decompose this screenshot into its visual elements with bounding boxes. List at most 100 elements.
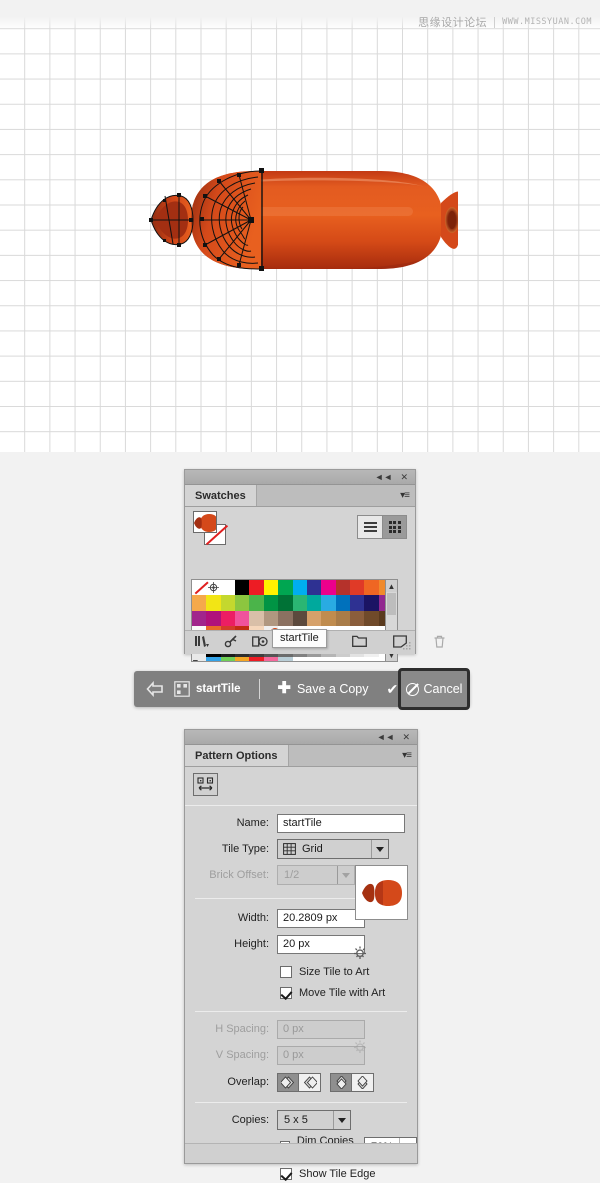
swatch-color[interactable] <box>192 595 207 611</box>
show-tile-edge-row[interactable]: Show Tile Edge <box>185 1163 417 1183</box>
link-dimensions-icon[interactable] <box>351 945 369 966</box>
size-tile-to-art-checkbox[interactable] <box>280 965 292 978</box>
swatch-color[interactable] <box>349 595 365 611</box>
show-swatch-kinds-menu-icon[interactable] <box>224 634 238 651</box>
overlap-top-in-front-button[interactable] <box>352 1072 374 1092</box>
list-view-button[interactable] <box>358 516 382 538</box>
overlap-vertical-group[interactable] <box>330 1072 374 1092</box>
swatch-view-toggle[interactable] <box>357 515 407 539</box>
chevron-down-icon[interactable] <box>371 840 388 858</box>
move-tile-with-art-row[interactable]: Move Tile with Art <box>185 982 417 1003</box>
swatch-color[interactable] <box>206 595 221 611</box>
copies-select[interactable]: 5 x 5 <box>277 1110 351 1130</box>
swatch-none[interactable] <box>192 580 207 596</box>
swatch-color[interactable] <box>335 610 350 627</box>
collapse-icon[interactable]: ◄◄ <box>377 732 395 742</box>
fill-pattern-swatch[interactable] <box>193 511 217 533</box>
delete-swatch-trash-icon[interactable] <box>433 635 446 651</box>
swatch-color[interactable] <box>364 656 379 661</box>
move-tile-with-art-checkbox[interactable] <box>280 986 292 999</box>
swatch-color[interactable] <box>263 656 279 661</box>
size-tile-to-art-row[interactable]: Size Tile to Art <box>185 961 417 982</box>
chevron-down-icon[interactable] <box>333 1111 350 1129</box>
swatch-color[interactable] <box>335 580 350 596</box>
name-input[interactable]: startTile <box>277 813 405 833</box>
pattern-options-titlebar[interactable]: ◄◄ ✕ <box>185 730 417 745</box>
swatch-color[interactable] <box>235 595 250 611</box>
swatch-color[interactable] <box>349 656 365 661</box>
swatches-titlebar[interactable]: ◄◄ ✕ <box>185 470 415 485</box>
swatch-options-icon[interactable] <box>252 635 269 651</box>
tile-type-select[interactable]: Grid <box>277 839 389 859</box>
tab-swatches[interactable]: Swatches <box>185 485 257 506</box>
swatch-color[interactable] <box>249 656 264 661</box>
collapse-icon[interactable]: ◄◄ <box>375 472 393 482</box>
swatch-color[interactable] <box>263 595 279 611</box>
swatch-color[interactable] <box>220 610 236 627</box>
swatch-color[interactable] <box>192 610 207 627</box>
swatch-color[interactable] <box>278 580 293 596</box>
sausage-vector-artwork[interactable] <box>143 163 462 278</box>
swatch-color[interactable] <box>235 580 250 596</box>
fill-stroke-indicator[interactable] <box>193 511 229 547</box>
swatch-color-group-folder[interactable] <box>192 656 207 661</box>
grid-view-button[interactable] <box>382 516 406 538</box>
artboard-canvas[interactable]: 思缘设计论坛 WWW.MISSYUAN.COM <box>0 0 600 452</box>
swatch-color[interactable] <box>206 656 221 661</box>
swatch-color[interactable] <box>364 595 379 611</box>
swatch-color[interactable] <box>263 610 279 627</box>
close-icon[interactable]: ✕ <box>400 472 408 482</box>
swatch-color[interactable] <box>306 610 322 627</box>
swatch-color[interactable] <box>249 595 264 611</box>
pattern-tile-tool-button[interactable] <box>193 773 218 796</box>
swatch-color[interactable] <box>278 656 293 661</box>
cancel-button[interactable]: Cancel <box>398 668 470 710</box>
tab-pattern-options[interactable]: Pattern Options <box>185 745 289 766</box>
swatch-color[interactable] <box>321 595 336 611</box>
swatches-panel[interactable]: ◄◄ ✕ Swatches ▾≡ ▲ ▼ startTile <box>184 469 445 662</box>
swatch-color[interactable] <box>335 595 350 611</box>
resize-grip-icon[interactable] <box>403 642 412 651</box>
swatch-color[interactable] <box>292 656 307 661</box>
scrollbar-thumb[interactable] <box>387 593 396 615</box>
save-a-copy-button[interactable]: ✚ Save a Copy <box>278 681 369 697</box>
swatch-color[interactable] <box>306 580 322 596</box>
swatch-color[interactable] <box>349 580 365 596</box>
swatch-color[interactable] <box>364 580 379 596</box>
back-arrow-icon[interactable] <box>146 680 164 698</box>
swatch-white[interactable] <box>220 580 236 596</box>
overlap-left-in-front-button[interactable] <box>277 1072 299 1092</box>
close-icon[interactable]: ✕ <box>402 732 410 742</box>
overlap-horizontal-group[interactable] <box>277 1072 321 1092</box>
swatch-color[interactable] <box>235 656 250 661</box>
swatch-color[interactable] <box>306 595 322 611</box>
pattern-options-panel[interactable]: ◄◄ ✕ Pattern Options ▾≡ Name: startTile … <box>184 729 418 1180</box>
swatch-libraries-menu-icon[interactable] <box>195 635 210 651</box>
swatch-color[interactable] <box>349 610 365 627</box>
swatch-color[interactable] <box>220 656 236 661</box>
width-input[interactable]: 20.2809 px <box>277 908 365 928</box>
new-color-group-folder-icon[interactable] <box>352 635 367 651</box>
swatch-color[interactable] <box>249 580 264 596</box>
swatch-color[interactable] <box>206 610 221 627</box>
swatch-color[interactable] <box>292 610 307 627</box>
scroll-up-arrow[interactable]: ▲ <box>386 580 397 592</box>
show-tile-edge-checkbox[interactable] <box>280 1167 292 1180</box>
swatch-color[interactable] <box>321 610 336 627</box>
pattern-edit-bar[interactable]: startTile ✚ Save a Copy ✔ Done Cancel <box>134 668 470 710</box>
panel-menu-icon[interactable]: ▾≡ <box>402 750 412 761</box>
swatch-color[interactable] <box>306 656 322 661</box>
swatch-color[interactable] <box>292 580 307 596</box>
swatch-color[interactable] <box>364 610 379 627</box>
swatch-color[interactable] <box>278 610 293 627</box>
swatch-color[interactable] <box>321 580 336 596</box>
overlap-right-in-front-button[interactable] <box>299 1072 321 1092</box>
swatch-color[interactable] <box>263 580 279 596</box>
swatch-color[interactable] <box>292 595 307 611</box>
swatch-color[interactable] <box>278 595 293 611</box>
swatch-color[interactable] <box>335 656 350 661</box>
overlap-bottom-in-front-button[interactable] <box>330 1072 352 1092</box>
swatch-color[interactable] <box>235 610 250 627</box>
swatch-color[interactable] <box>220 595 236 611</box>
panel-menu-icon[interactable]: ▾≡ <box>400 490 410 501</box>
